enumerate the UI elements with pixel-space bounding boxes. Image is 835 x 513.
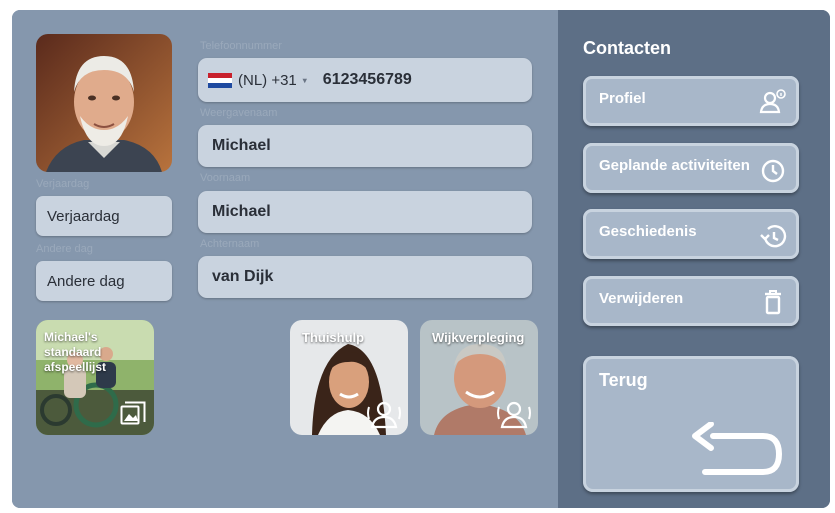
chevron-down-icon[interactable]: ▾ bbox=[303, 76, 307, 85]
country-code-select[interactable]: (NL) +31 bbox=[238, 72, 297, 89]
last-name-field[interactable]: van Dijk bbox=[198, 256, 532, 298]
anniversary-value: Andere dag bbox=[47, 272, 125, 290]
back-button[interactable]: Terug bbox=[583, 356, 799, 492]
birthday-value: Verjaardag bbox=[47, 207, 120, 225]
phone-field[interactable]: (NL) +31 ▾ 6123456789 bbox=[198, 58, 532, 102]
phone-label: Telefoonnummer bbox=[200, 40, 282, 52]
scheduled-activities-label: Geplande activiteiten bbox=[599, 157, 750, 174]
profile-button-label: Profiel bbox=[599, 90, 646, 107]
contact-form-panel: Verjaardag Verjaardag Andere dag Andere … bbox=[12, 10, 558, 508]
first-name-field[interactable]: Michael bbox=[198, 191, 532, 233]
playlist-label: Michael's standaard afspeellijst bbox=[44, 330, 107, 374]
first-name-label: Voornaam bbox=[200, 172, 251, 184]
person-info-icon bbox=[759, 88, 787, 116]
last-name-label: Achternaam bbox=[200, 238, 260, 250]
caregiver-label-wijkverpleging: Wijkverpleging bbox=[432, 330, 525, 345]
caregiver-card-thuishulp[interactable]: Thuishulp bbox=[290, 320, 408, 435]
history-label: Geschiedenis bbox=[599, 223, 697, 240]
other-day-label: Andere dag bbox=[36, 243, 93, 255]
clock-icon bbox=[759, 155, 787, 183]
history-button[interactable]: Geschiedenis bbox=[583, 209, 799, 259]
first-name-value: Michael bbox=[212, 203, 271, 220]
return-arrow-icon bbox=[685, 421, 785, 478]
contact-person-icon bbox=[496, 399, 532, 429]
contact-person-icon bbox=[366, 399, 402, 429]
playlist-card[interactable]: Michael's standaard afspeellijst bbox=[36, 320, 154, 435]
profile-button[interactable]: Profiel bbox=[583, 76, 799, 126]
display-name-label: Weergavenaam bbox=[200, 107, 278, 119]
back-label: Terug bbox=[599, 370, 648, 390]
delete-label: Verwijderen bbox=[599, 290, 684, 307]
last-name-value: van Dijk bbox=[212, 268, 274, 285]
avatar bbox=[36, 34, 172, 172]
image-gallery-icon bbox=[120, 401, 146, 427]
caregiver-card-wijkverpleging[interactable]: Wijkverpleging bbox=[420, 320, 538, 435]
display-name-value: Michael bbox=[212, 137, 271, 154]
sidebar-title: Contacten bbox=[583, 38, 672, 58]
caregiver-label-thuishulp: Thuishulp bbox=[302, 330, 365, 345]
history-icon bbox=[759, 221, 787, 249]
display-name-field[interactable]: Michael bbox=[198, 125, 532, 167]
phone-number-value: 6123456789 bbox=[322, 71, 412, 88]
delete-button[interactable]: Verwijderen bbox=[583, 276, 799, 326]
birthday-label: Verjaardag bbox=[36, 178, 90, 190]
birthday-field[interactable]: Verjaardag bbox=[36, 196, 172, 236]
trash-icon bbox=[759, 288, 787, 316]
app-frame: Verjaardag Verjaardag Andere dag Andere … bbox=[12, 10, 830, 508]
contacts-sidebar: Contacten Profiel Geplande activiteiten bbox=[558, 10, 830, 508]
scheduled-activities-button[interactable]: Geplande activiteiten bbox=[583, 143, 799, 193]
netherlands-flag-icon[interactable] bbox=[208, 72, 232, 88]
anniversary-field[interactable]: Andere dag bbox=[36, 261, 172, 301]
